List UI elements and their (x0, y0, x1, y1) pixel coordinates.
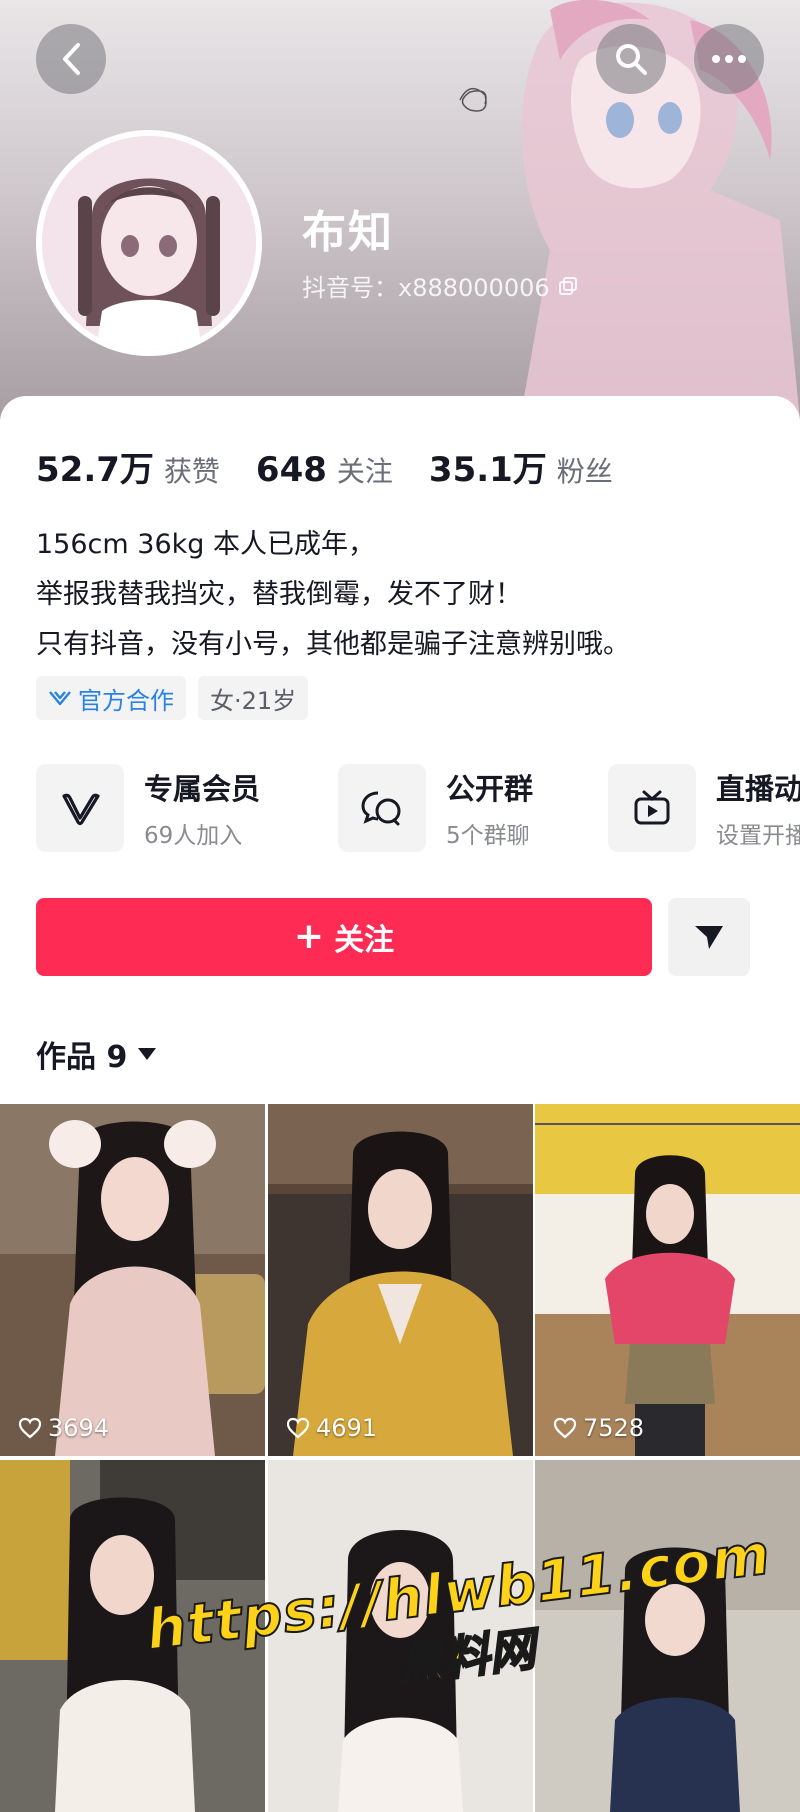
gender-age-tag: 女·21岁 (198, 676, 309, 720)
douyin-id-text: 抖音号：x888000006 (302, 274, 550, 302)
copy-icon[interactable] (558, 276, 578, 296)
more-dots-icon (712, 55, 746, 63)
feature-row: 专属会员 69人加入 公开群 5个群聊 直播动 设置开播 (36, 764, 800, 854)
heart-icon (286, 1417, 310, 1439)
plus-icon: + (293, 916, 325, 957)
back-button[interactable] (36, 24, 106, 94)
thumbnail-image (268, 1104, 533, 1456)
chevron-left-icon (63, 43, 80, 75)
like-count: 3694 (18, 1414, 109, 1442)
official-partner-icon (49, 691, 71, 706)
like-count-value: 4691 (316, 1414, 378, 1442)
more-button[interactable] (694, 24, 764, 94)
video-thumbnail[interactable]: 3694 (0, 1104, 265, 1456)
search-button[interactable] (596, 24, 666, 94)
stat-label: 关注 (336, 455, 393, 488)
feature-vip[interactable]: 专属会员 69人加入 (36, 764, 260, 852)
stat-value: 52.7万 (36, 450, 154, 490)
feature-subtitle: 设置开播提醒 (716, 823, 800, 849)
send-arrow-icon (695, 926, 723, 949)
bio-line: 举报我替我挡灾，替我倒霉，发不了财！ (36, 579, 522, 610)
search-icon (616, 44, 647, 75)
like-count: 4691 (286, 1414, 377, 1442)
heart-icon (553, 1417, 577, 1439)
video-thumbnail[interactable]: 4691 (268, 1104, 533, 1456)
profile-header: 布知 抖音号：x888000006 (0, 0, 800, 420)
feature-live-updates[interactable]: 直播动态 设置开播提醒 (608, 764, 800, 852)
official-partner-tag[interactable]: 官方合作 (36, 676, 186, 720)
stat-label: 获赞 (163, 455, 220, 488)
share-button[interactable] (668, 898, 750, 976)
nickname: 布知 (302, 207, 394, 258)
bio: 156cm 36kg 本人已成年， 举报我替我挡灾，替我倒霉，发不了财！ 只有抖… (36, 520, 630, 670)
feature-subtitle: 5个群聊 (446, 823, 530, 849)
bio-line: 156cm 36kg 本人已成年， (36, 529, 375, 560)
feature-title: 公开群 (446, 772, 534, 806)
stat-label: 粉丝 (556, 455, 613, 488)
thumbnail-image (535, 1104, 800, 1456)
like-count: 7528 (553, 1414, 644, 1442)
stat-value: 648 (255, 450, 327, 490)
profile-card: 52.7万 获赞 648 关注 35.1万 粉丝 156cm 36kg 本人已成… (0, 396, 800, 1812)
video-thumbnail[interactable]: 7528 (535, 1104, 800, 1456)
feature-title: 直播动态 (716, 772, 800, 806)
stat-value: 35.1万 (428, 450, 547, 490)
live-tv-icon (634, 790, 670, 825)
follow-label: 关注 (334, 923, 395, 958)
avatar[interactable] (36, 130, 262, 356)
like-count-value: 7528 (583, 1414, 645, 1442)
heart-icon (18, 1417, 42, 1439)
stats-row: 52.7万 获赞 648 关注 35.1万 粉丝 (36, 442, 649, 491)
feature-title: 专属会员 (144, 772, 261, 806)
vip-icon (62, 793, 100, 826)
profile-tags: 官方合作 女·21岁 (36, 676, 309, 720)
thumbnail-image (0, 1104, 265, 1456)
stat-following[interactable]: 648 关注 (256, 450, 393, 490)
works-label: 作品 9 (36, 1040, 128, 1075)
follow-button[interactable]: + 关注 (36, 898, 652, 976)
official-partner-label: 官方合作 (78, 686, 174, 715)
douyin-id[interactable]: 抖音号：x888000006 (302, 268, 578, 303)
feature-subtitle: 69人加入 (144, 823, 243, 849)
feature-group-chat[interactable]: 公开群 5个群聊 (338, 764, 533, 852)
stat-followers[interactable]: 35.1万 粉丝 (429, 442, 613, 491)
group-chat-icon (361, 791, 401, 826)
stat-likes[interactable]: 52.7万 获赞 (36, 442, 220, 491)
bio-line: 只有抖音，没有小号，其他都是骗子注意辨别哦。 (36, 629, 630, 660)
avatar-image (42, 136, 256, 350)
works-tab[interactable]: 作品 9 (36, 1032, 157, 1076)
like-count-value: 3694 (48, 1414, 110, 1442)
caret-down-icon (138, 1048, 157, 1060)
